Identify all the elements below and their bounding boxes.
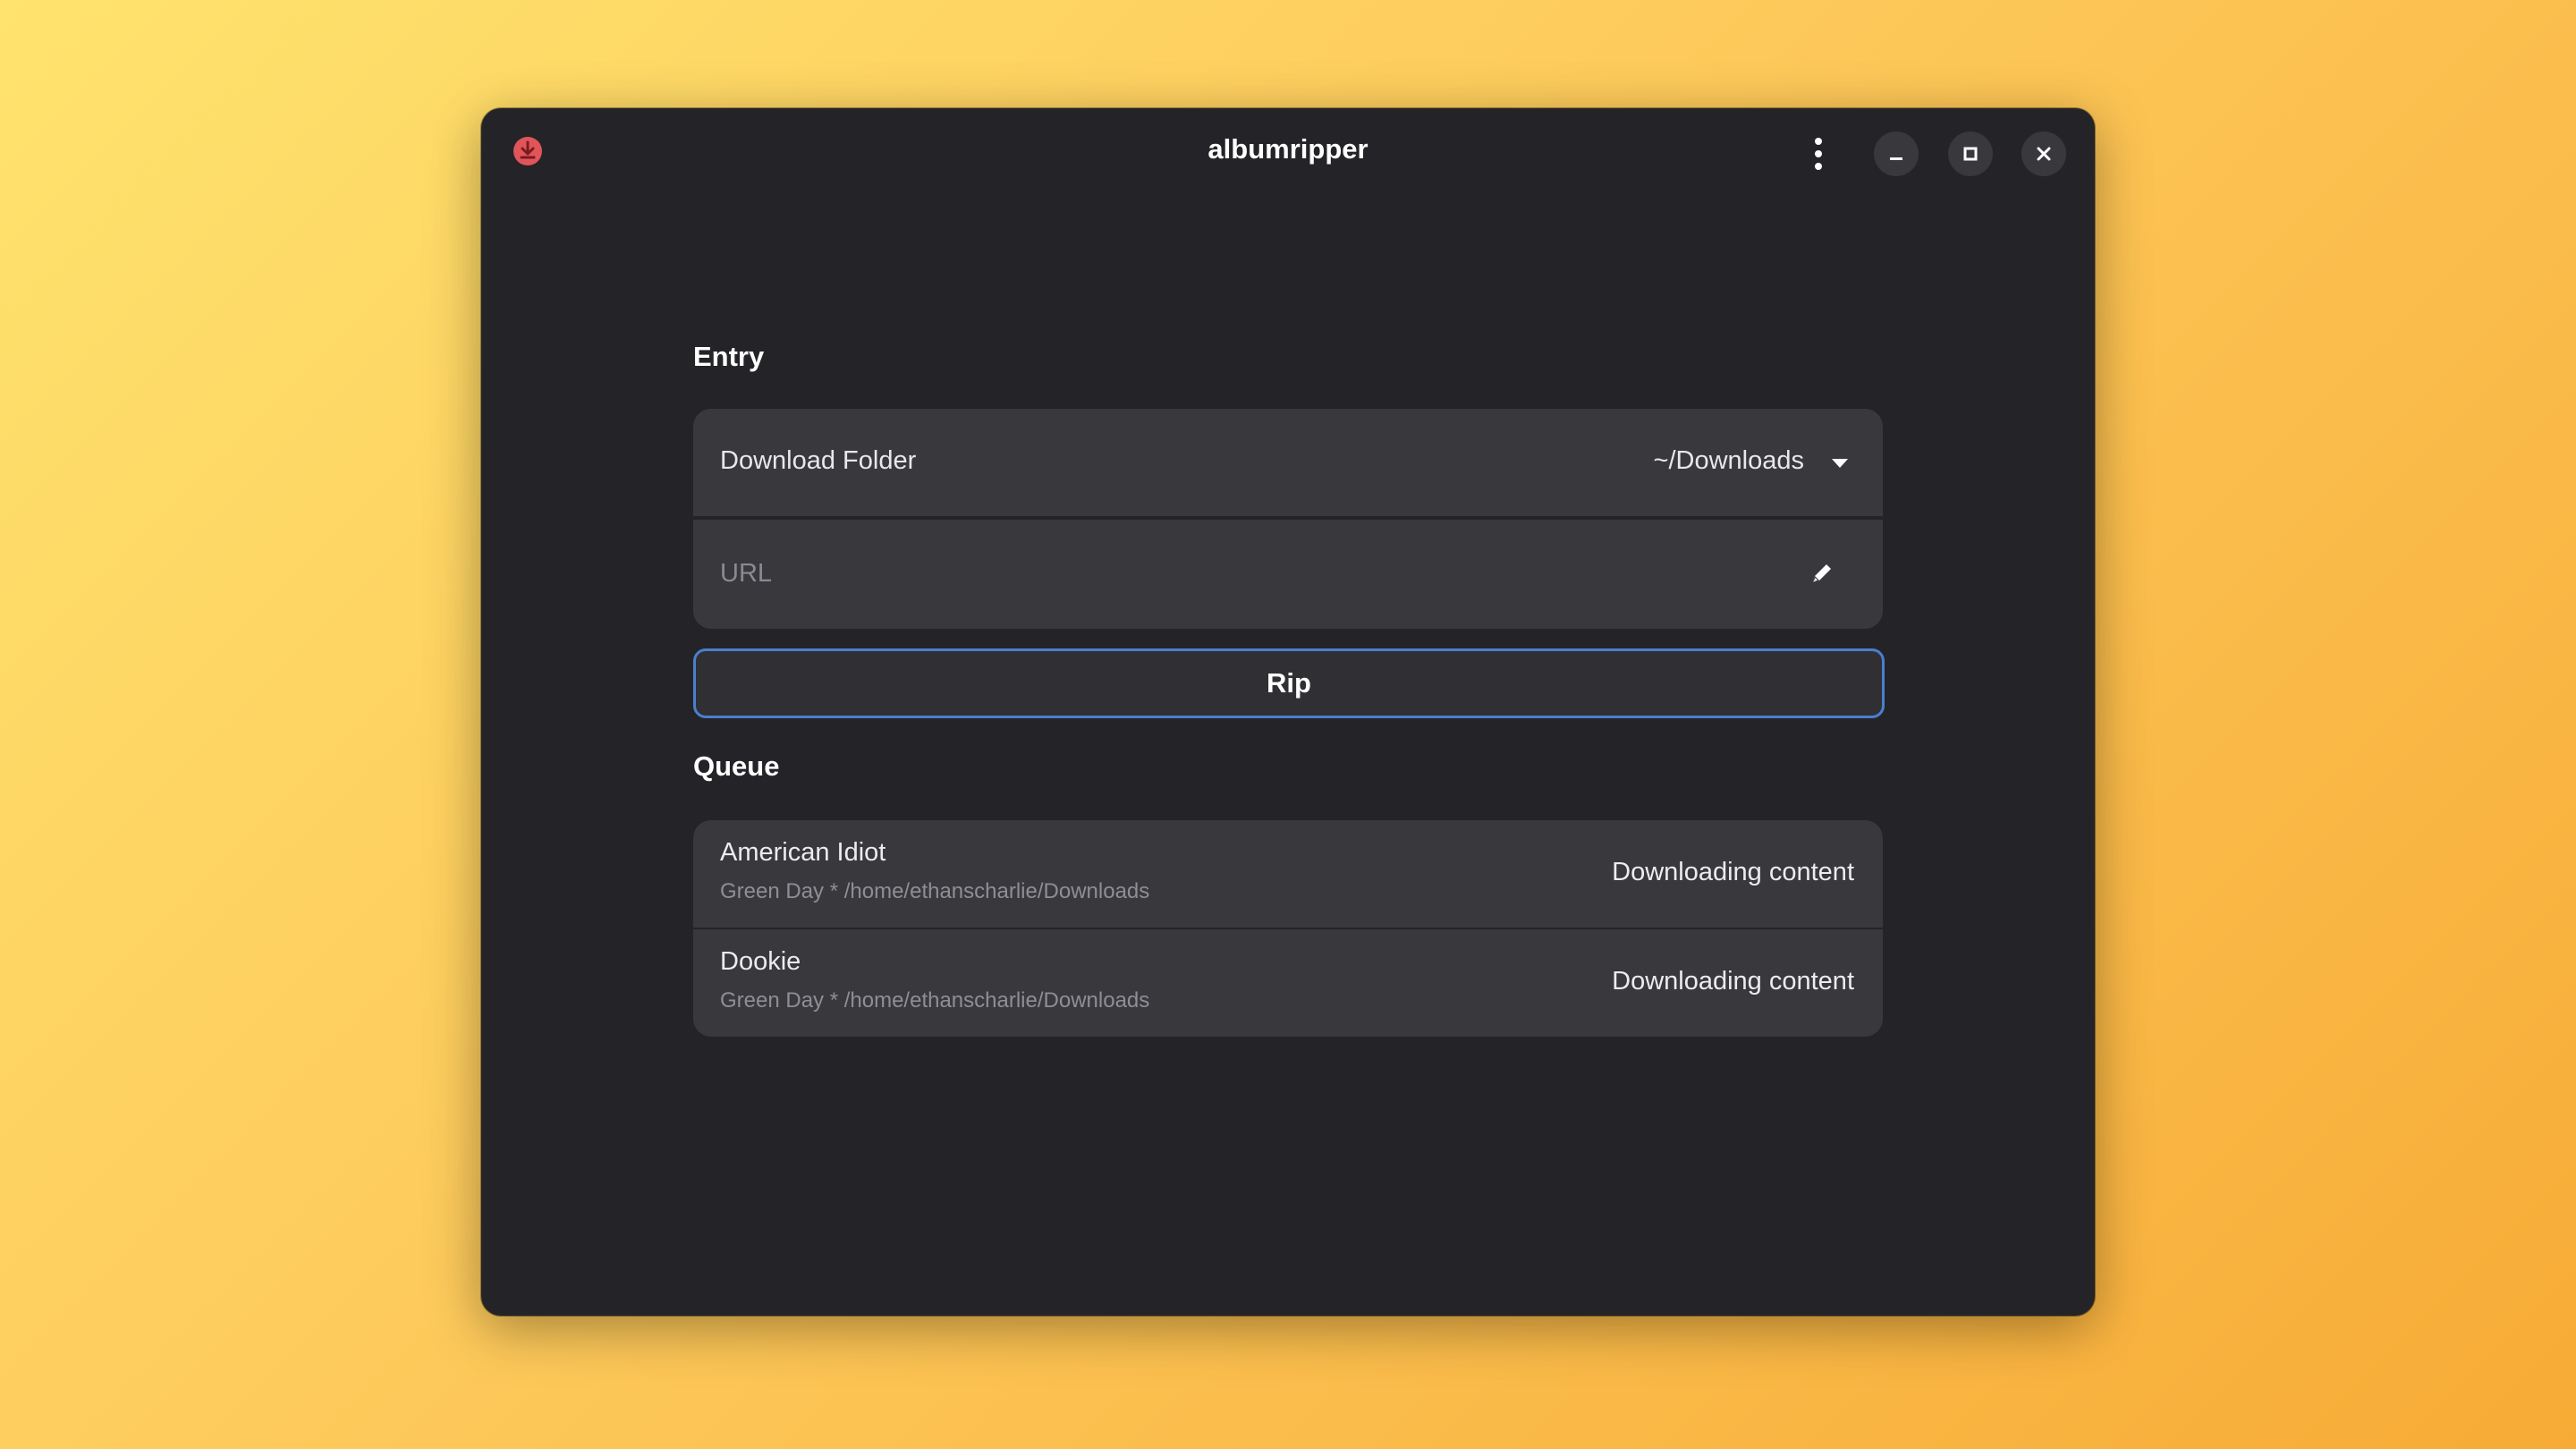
queue-item-subtitle: Green Day * /home/ethanscharlie/Download… [720, 879, 1150, 903]
close-button[interactable] [2021, 131, 2066, 176]
queue-item-status: Downloading content [1612, 967, 1854, 996]
rip-button[interactable]: Rip [693, 648, 1885, 718]
title-bar[interactable]: albumripper [481, 108, 2095, 198]
queue-item-title: Dookie [720, 947, 801, 976]
window-title: albumripper [1208, 133, 1368, 165]
pencil-icon[interactable] [1808, 559, 1836, 588]
url-input[interactable]: URL [720, 559, 772, 589]
maximize-icon [1963, 147, 1978, 161]
queue-item-status: Downloading content [1612, 858, 1854, 886]
download-folder-value[interactable]: ~/Downloads [1654, 446, 1804, 476]
minimize-icon [1890, 157, 1902, 160]
url-entry-row[interactable]: URL [693, 520, 1883, 629]
entry-heading: Entry [693, 341, 765, 372]
close-icon [2037, 147, 2051, 161]
queue-item-subtitle: Green Day * /home/ethanscharlie/Download… [720, 988, 1150, 1013]
kebab-menu-icon [1815, 138, 1822, 170]
app-window: albumripper Entry Download Folder ~/Down… [481, 108, 2095, 1316]
queue-item[interactable]: Dookie Green Day * /home/ethanscharlie/D… [693, 929, 1883, 1037]
maximize-button[interactable] [1948, 131, 1993, 176]
queue-heading: Queue [693, 750, 780, 782]
menu-button[interactable] [1796, 131, 1841, 176]
chevron-down-icon[interactable] [1829, 455, 1851, 471]
queue-item-title: American Idiot [720, 838, 886, 867]
queue-item[interactable]: American Idiot Green Day * /home/ethansc… [693, 820, 1883, 928]
download-folder-row[interactable]: Download Folder ~/Downloads [693, 409, 1883, 516]
download-folder-label: Download Folder [720, 446, 917, 475]
minimize-button[interactable] [1874, 131, 1919, 176]
